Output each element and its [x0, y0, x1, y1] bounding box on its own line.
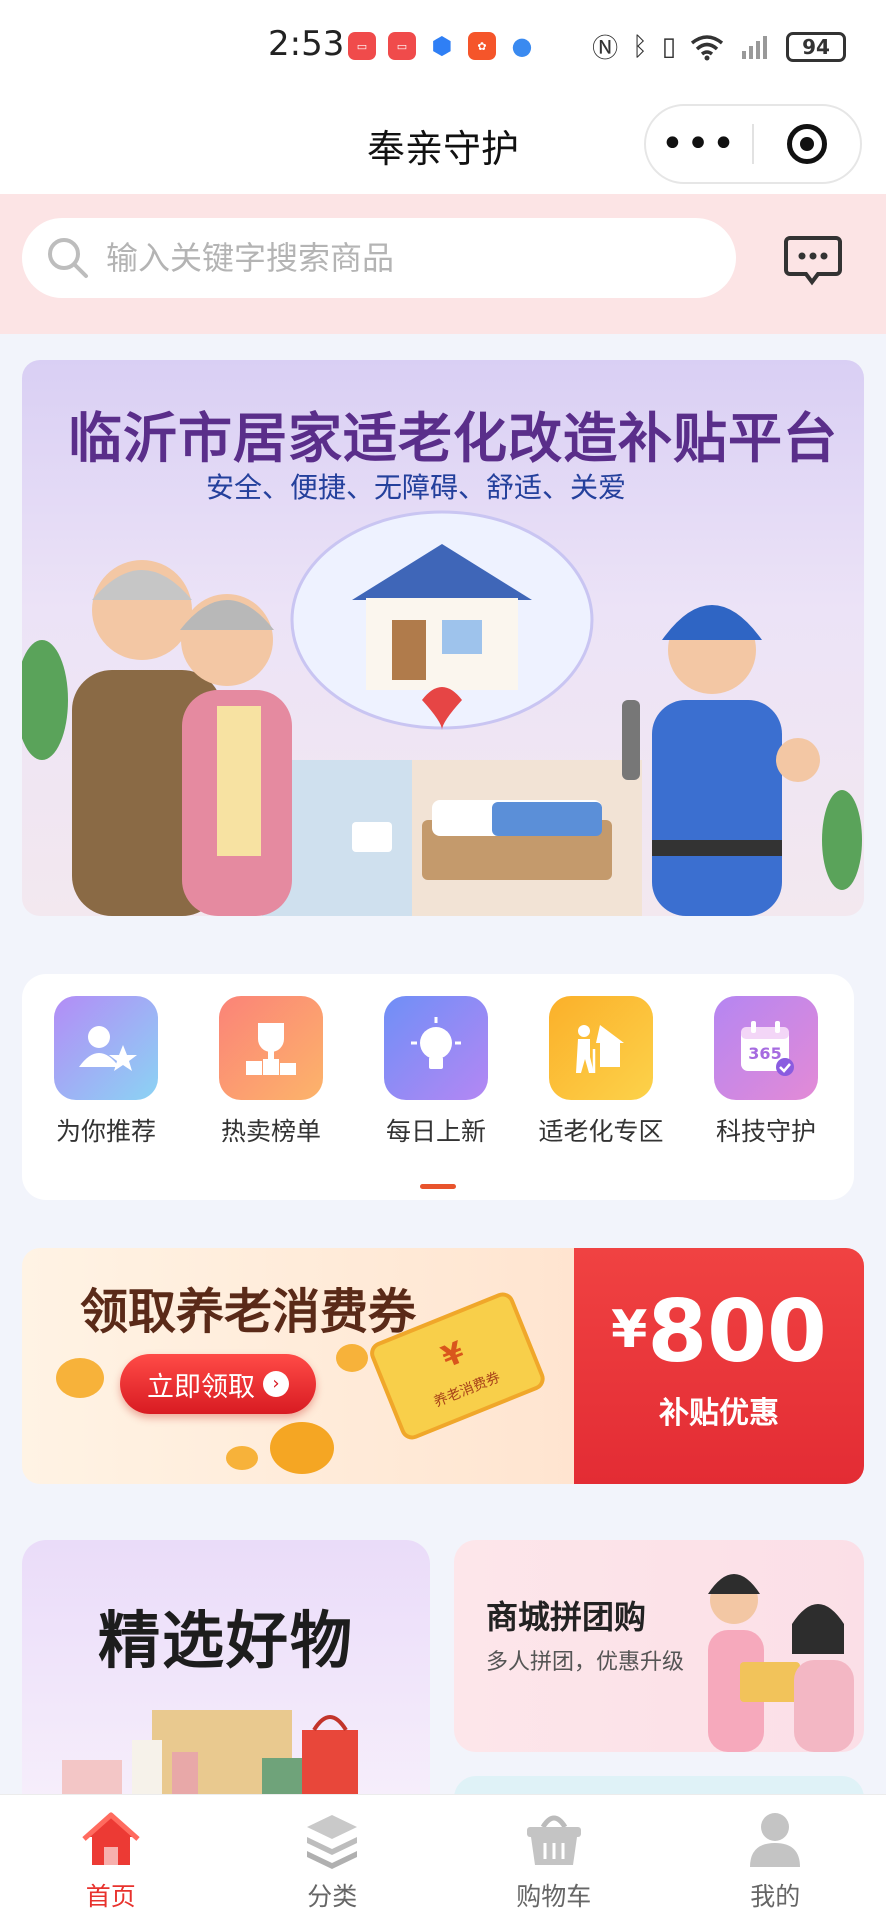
- group-buy-subtitle: 多人拼团，优惠升级: [486, 1650, 685, 1675]
- bottom-tab-bar: 首页 分类 购物车 我的: [0, 1794, 886, 1920]
- search-input[interactable]: [106, 239, 706, 277]
- category-label: 适老化专区: [538, 1117, 664, 1146]
- category-daily-new[interactable]: 每日上新: [361, 996, 511, 1148]
- close-button[interactable]: [754, 124, 860, 164]
- huawei-app-icon: ▭: [348, 32, 376, 60]
- group-buy-card[interactable]: 商城拼团购 多人拼团，优惠升级: [454, 1540, 864, 1752]
- lightbulb-icon: [384, 996, 488, 1100]
- home-icon: [82, 1812, 140, 1865]
- category-label: 每日上新: [385, 1117, 486, 1146]
- cart-basket-icon: [526, 1815, 581, 1865]
- user-star-icon: [54, 996, 158, 1100]
- status-time: 2:53: [268, 24, 345, 64]
- search-area: [0, 194, 886, 334]
- banner-illustration: [22, 510, 862, 916]
- svg-text:365: 365: [748, 1044, 781, 1063]
- tab-label: 首页: [85, 1882, 136, 1911]
- more-button[interactable]: •••: [646, 104, 752, 184]
- chevron-right-icon: ›: [263, 1371, 289, 1397]
- elder-house-icon: [549, 996, 653, 1100]
- voucher-banner[interactable]: ¥ 养老消费券 领取养老消费券 立即领取 › ¥800 补贴优惠: [22, 1248, 864, 1484]
- shopping-people-illustration: [708, 1574, 854, 1752]
- banner-title: 临沂市居家适老化改造补贴平台: [68, 407, 838, 470]
- tab-home[interactable]: 首页: [0, 1795, 222, 1920]
- tab-mine[interactable]: 我的: [665, 1795, 886, 1920]
- category-tech-guard[interactable]: 365 科技守护: [691, 996, 841, 1148]
- shield-icon: ⬢: [431, 32, 453, 60]
- featured-goods-title: 精选好物: [97, 1604, 354, 1677]
- search-icon: [48, 238, 88, 278]
- category-label: 热卖榜单: [220, 1117, 321, 1146]
- browser-icon: ●: [511, 32, 533, 60]
- voucher-amount-panel: ¥800 补贴优惠: [574, 1248, 864, 1484]
- tab-label: 购物车: [516, 1882, 592, 1911]
- trophy-icon: [219, 996, 323, 1100]
- nfc-icon: Ⓝ: [592, 34, 619, 64]
- goods-illustration: [62, 1710, 358, 1800]
- wifi-icon: [690, 34, 724, 60]
- promo-banner[interactable]: 临沂市居家适老化改造补贴平台 安全、便捷、无障碍、舒适、关爱: [22, 360, 864, 916]
- amount-value: 800: [647, 1282, 827, 1382]
- category-grid: 为你推荐 热卖榜单 每日上新 适老化专区 365 科技守护: [22, 974, 854, 1200]
- category-label: 科技守护: [715, 1117, 816, 1146]
- system-icons: Ⓝ ᛒ ▯ 94: [592, 28, 846, 65]
- group-buy-title: 商城拼团购: [486, 1598, 647, 1636]
- voucher-amount: ¥800: [574, 1282, 864, 1380]
- currency-symbol: ¥: [611, 1300, 648, 1360]
- category-recommend[interactable]: 为你推荐: [31, 996, 181, 1148]
- tab-cart[interactable]: 购物车: [443, 1795, 665, 1920]
- tab-category[interactable]: 分类: [222, 1795, 444, 1920]
- signal-icon: [742, 35, 767, 59]
- app-grid-icon: ✿: [468, 32, 496, 60]
- search-bar[interactable]: [22, 218, 736, 298]
- tab-label: 我的: [750, 1882, 801, 1911]
- category-label: 为你推荐: [55, 1117, 156, 1146]
- bluetooth-icon: ᛒ: [632, 31, 648, 62]
- voucher-subtitle: 补贴优惠: [659, 1396, 779, 1431]
- featured-goods-card[interactable]: 精选好物: [22, 1540, 430, 1800]
- page-indicator: [420, 1184, 456, 1189]
- banner-subtitle: 安全、便捷、无障碍、舒适、关爱: [206, 471, 627, 504]
- status-bar: 2:53 ▭ ▭ ⬢ ✿ ● Ⓝ ᛒ ▯ 94: [0, 0, 886, 96]
- claim-button-label: 立即领取: [147, 1371, 255, 1403]
- nav-bar: 奉亲守护 •••: [0, 96, 886, 194]
- huawei-app-icon: ▭: [388, 32, 416, 60]
- category-hot-ranking[interactable]: 热卖榜单: [196, 996, 346, 1148]
- target-icon: [786, 124, 827, 164]
- vibrate-icon: ▯: [661, 31, 676, 62]
- calendar-365-icon: 365: [714, 996, 818, 1100]
- voucher-title: 领取养老消费券: [80, 1284, 417, 1340]
- miniprogram-capsule: •••: [644, 104, 862, 184]
- message-icon[interactable]: [784, 234, 842, 286]
- notification-icons: ▭ ▭ ⬢ ✿ ●: [348, 32, 536, 60]
- person-icon: [750, 1813, 801, 1867]
- claim-voucher-button[interactable]: 立即领取 ›: [120, 1354, 316, 1414]
- battery-indicator: 94: [786, 31, 846, 62]
- layers-icon: [307, 1815, 358, 1869]
- category-elder-zone[interactable]: 适老化专区: [526, 996, 676, 1148]
- tab-label: 分类: [307, 1882, 358, 1911]
